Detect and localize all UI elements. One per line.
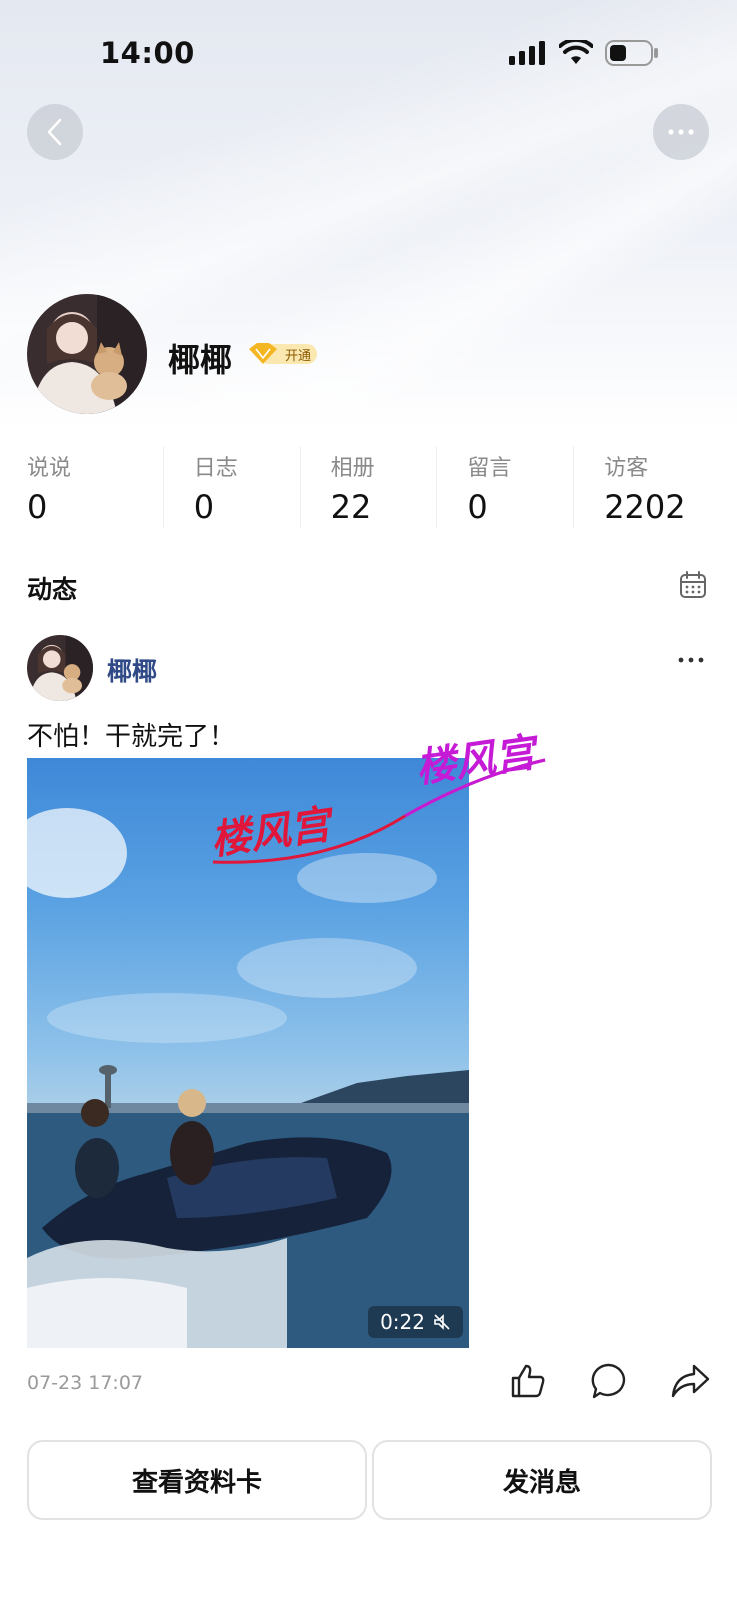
comment-icon[interactable] — [590, 1362, 628, 1400]
stat-value: 0 — [193, 488, 215, 526]
more-options-button[interactable] — [653, 104, 709, 160]
post-author-avatar[interactable] — [27, 635, 93, 701]
stat-label: 留言 — [467, 456, 512, 481]
video-duration-text: 0:22 — [380, 1310, 425, 1334]
status-time: 14:00 — [100, 36, 195, 70]
stat-value: 0 — [27, 488, 48, 526]
chevron-left-icon — [47, 118, 62, 146]
stat-shuoshuo[interactable]: 说说 0 — [27, 446, 163, 528]
view-profile-card-button[interactable]: 查看资料卡 — [27, 1440, 367, 1520]
stat-album[interactable]: 相册 22 — [299, 446, 437, 528]
post-date: 07-23 17:07 — [27, 1372, 144, 1394]
stat-value: 22 — [330, 488, 372, 526]
profile-name: 椰椰 — [168, 341, 233, 379]
more-icon — [668, 129, 694, 135]
avatar-image — [27, 294, 147, 414]
battery-icon — [605, 40, 658, 66]
profile-stats: 说说 0 日志 0 相册 22 留言 0 访客 2202 — [27, 446, 710, 528]
status-icons — [509, 40, 659, 66]
wifi-icon — [559, 40, 593, 64]
avatar-image — [27, 635, 93, 701]
mute-icon[interactable] — [433, 1313, 451, 1331]
stat-visitors[interactable]: 访客 2202 — [573, 446, 710, 528]
stat-messages[interactable]: 留言 0 — [436, 446, 573, 528]
vip-label[interactable]: 开通 — [285, 345, 311, 364]
cellular-signal-icon — [509, 41, 545, 65]
stat-label: 相册 — [330, 456, 375, 481]
stat-label: 日志 — [193, 456, 238, 481]
stat-diary[interactable]: 日志 0 — [162, 446, 300, 528]
stat-label: 访客 — [604, 456, 649, 481]
send-message-button[interactable]: 发消息 — [372, 1440, 712, 1520]
stat-value: 2202 — [604, 488, 686, 526]
video-duration: 0:22 — [368, 1306, 463, 1338]
stat-label: 说说 — [27, 456, 72, 481]
share-icon[interactable] — [670, 1362, 710, 1400]
post-more-icon[interactable] — [678, 656, 704, 664]
feed-title: 动态 — [27, 575, 78, 604]
post-author-name[interactable]: 椰椰 — [107, 652, 157, 688]
stat-value: 0 — [467, 488, 488, 526]
profile-avatar[interactable] — [27, 294, 147, 414]
back-button[interactable] — [27, 104, 83, 160]
thumbs-up-icon[interactable] — [509, 1362, 547, 1400]
calendar-icon[interactable] — [679, 571, 707, 599]
post-text: 不怕！干就完了！ — [27, 722, 236, 752]
